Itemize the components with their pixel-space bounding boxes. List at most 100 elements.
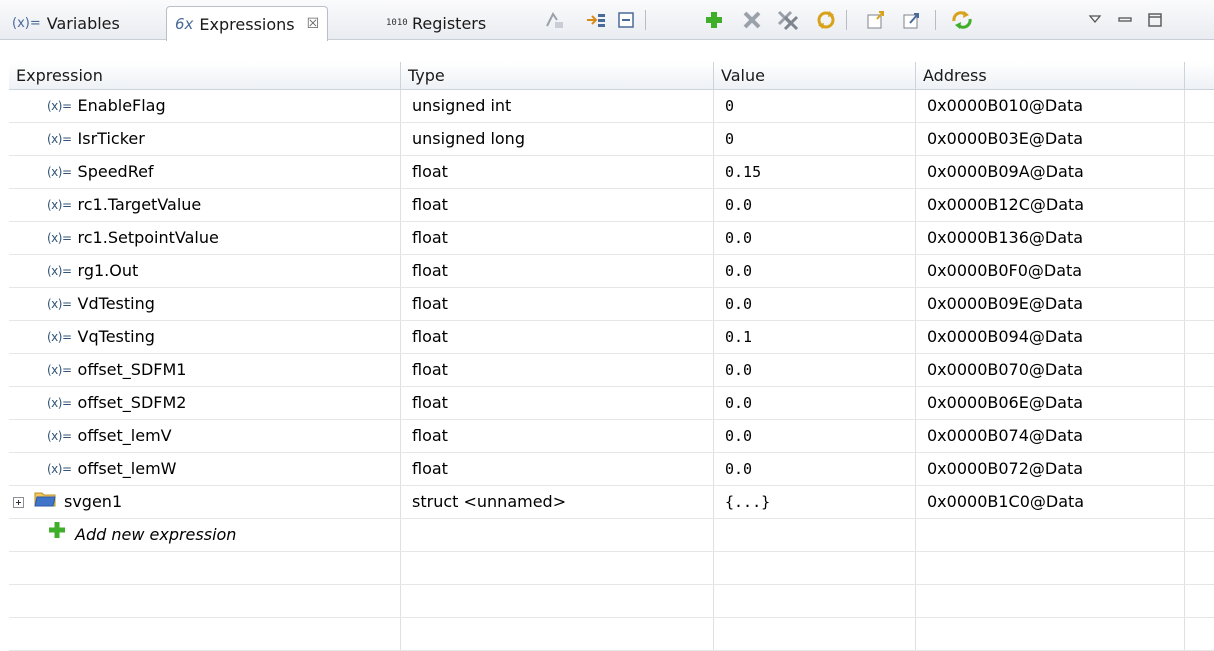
address-cell	[916, 519, 1185, 551]
expression-cell[interactable]: (x)= rg1.Out	[9, 255, 401, 287]
close-tab-icon[interactable]: ☒	[307, 16, 320, 32]
column-header-address[interactable]: Address	[916, 62, 1185, 90]
table-row[interactable]: (x)= VqTesting float 0.1 0x0000B094@Data	[9, 321, 1214, 354]
empty-cell	[916, 618, 1185, 650]
plus-icon	[47, 519, 67, 551]
table-row[interactable]: (x)= rc1.SetpointValue float 0.0 0x0000B136@…	[9, 222, 1214, 255]
expression-name: SpeedRef	[77, 162, 154, 181]
table-row[interactable]: (x)= IsrTicker unsigned long 0 0x0000B03E@Da…	[9, 123, 1214, 156]
table-row[interactable]: (x)= offset_lemW float 0.0 0x0000B072@Data	[9, 453, 1214, 486]
view-menu-icon[interactable]	[1083, 9, 1107, 31]
expression-name: rg1.Out	[77, 261, 139, 280]
variable-icon: (x)=	[47, 297, 72, 311]
type-cell	[401, 519, 714, 551]
type-cell: float	[401, 222, 714, 254]
collapse-all-icon[interactable]	[584, 9, 608, 31]
variable-icon: (x)=	[47, 462, 72, 476]
value-cell[interactable]: 0.1	[714, 321, 916, 353]
type-cell: float	[401, 156, 714, 188]
expression-cell[interactable]: (x)= EnableFlag	[9, 90, 401, 122]
expression-cell[interactable]: (x)= offset_lemW	[9, 453, 401, 485]
empty-row	[9, 618, 1214, 651]
expand-icon[interactable]	[13, 496, 24, 508]
tab-expressions[interactable]: 6x Expressions ☒	[166, 6, 329, 41]
value-cell[interactable]: 0.0	[714, 222, 916, 254]
empty-cell	[401, 552, 714, 584]
address-cell: 0x0000B09E@Data	[916, 288, 1185, 320]
add-expression-row[interactable]: Add new expression	[9, 519, 1214, 552]
table-row[interactable]: (x)= VdTesting float 0.0 0x0000B09E@Data	[9, 288, 1214, 321]
import-icon[interactable]	[864, 9, 888, 31]
expression-cell[interactable]: (x)= offset_SDFM1	[9, 354, 401, 386]
show-type-names-icon[interactable]	[542, 9, 566, 31]
value-cell[interactable]: 0	[714, 123, 916, 155]
type-cell: float	[401, 420, 714, 452]
value-cell[interactable]: 0.0	[714, 354, 916, 386]
expression-name: svgen1	[64, 492, 123, 511]
expression-cell[interactable]: Add new expression	[9, 519, 401, 551]
remove-all-expressions-icon[interactable]	[776, 9, 800, 31]
expression-name: IsrTicker	[77, 129, 145, 148]
value-cell[interactable]: 0.0	[714, 288, 916, 320]
address-cell: 0x0000B1C0@Data	[916, 486, 1185, 518]
empty-cell	[916, 585, 1185, 617]
expression-cell[interactable]: (x)= rc1.SetpointValue	[9, 222, 401, 254]
table-row[interactable]: (x)= offset_SDFM2 float 0.0 0x0000B06E@Data	[9, 387, 1214, 420]
toolbar-separator	[645, 10, 646, 30]
tab-registers[interactable]: 1010 Registers	[378, 6, 494, 40]
column-header-type[interactable]: Type	[401, 62, 714, 90]
value-cell[interactable]: 0.0	[714, 387, 916, 419]
table-row-struct[interactable]: svgen1 struct <unnamed> {...} 0x0000B1C0@Da…	[9, 486, 1214, 519]
tab-variables[interactable]: (x)= Variables	[4, 6, 128, 40]
expression-name: offset_SDFM2	[77, 393, 187, 412]
add-expression-icon[interactable]	[702, 9, 726, 31]
value-cell[interactable]: 0	[714, 90, 916, 122]
expression-cell[interactable]: (x)= offset_lemV	[9, 420, 401, 452]
refresh-expressions-icon[interactable]	[814, 9, 838, 31]
tab-expressions-label: Expressions	[199, 14, 295, 34]
filler-cell	[1185, 156, 1214, 188]
value-cell[interactable]: 0.0	[714, 420, 916, 452]
address-cell: 0x0000B010@Data	[916, 90, 1185, 122]
expression-cell[interactable]: (x)= VqTesting	[9, 321, 401, 353]
column-header-value[interactable]: Value	[714, 62, 916, 90]
expression-name: VqTesting	[77, 327, 155, 346]
table-row[interactable]: (x)= rc1.TargetValue float 0.0 0x0000B12C@Da…	[9, 189, 1214, 222]
minimize-icon[interactable]	[1113, 9, 1137, 31]
table-row[interactable]: (x)= rg1.Out float 0.0 0x0000B0F0@Data	[9, 255, 1214, 288]
empty-cell	[714, 585, 916, 617]
value-cell[interactable]: 0.0	[714, 453, 916, 485]
filler-cell	[1185, 90, 1214, 122]
table-row[interactable]: (x)= EnableFlag unsigned int 0 0x0000B010@Da…	[9, 90, 1214, 123]
table-row[interactable]: (x)= SpeedRef float 0.15 0x0000B09A@Data	[9, 156, 1214, 189]
expression-cell[interactable]: (x)= IsrTicker	[9, 123, 401, 155]
add-new-expression-link[interactable]: Add new expression	[75, 519, 236, 551]
expression-cell[interactable]: (x)= VdTesting	[9, 288, 401, 320]
expression-cell[interactable]: (x)= SpeedRef	[9, 156, 401, 188]
continuous-refresh-icon[interactable]	[950, 9, 974, 31]
table-row[interactable]: (x)= offset_lemV float 0.0 0x0000B074@Data	[9, 420, 1214, 453]
type-cell: float	[401, 453, 714, 485]
value-cell[interactable]: 0.15	[714, 156, 916, 188]
expression-cell[interactable]: (x)= offset_SDFM2	[9, 387, 401, 419]
expression-cell[interactable]: (x)= rc1.TargetValue	[9, 189, 401, 221]
type-cell: float	[401, 255, 714, 287]
variable-icon: (x)=	[47, 396, 72, 410]
value-cell[interactable]: 0.0	[714, 255, 916, 287]
empty-cell	[1185, 552, 1214, 584]
collapse-icon[interactable]	[614, 9, 638, 31]
export-icon[interactable]	[900, 9, 924, 31]
maximize-icon[interactable]	[1143, 9, 1167, 31]
filler-cell	[1185, 222, 1214, 254]
value-cell[interactable]: {...}	[714, 486, 916, 518]
filler-cell	[1185, 486, 1214, 518]
table-row[interactable]: (x)= offset_SDFM1 float 0.0 0x0000B070@Data	[9, 354, 1214, 387]
remove-expression-icon[interactable]	[740, 9, 764, 31]
empty-cell	[1185, 618, 1214, 650]
expression-name: EnableFlag	[77, 96, 166, 115]
address-cell: 0x0000B136@Data	[916, 222, 1185, 254]
filler-cell	[1185, 453, 1214, 485]
expression-cell[interactable]: svgen1	[9, 486, 401, 518]
value-cell[interactable]: 0.0	[714, 189, 916, 221]
column-header-expression[interactable]: Expression	[9, 62, 401, 90]
